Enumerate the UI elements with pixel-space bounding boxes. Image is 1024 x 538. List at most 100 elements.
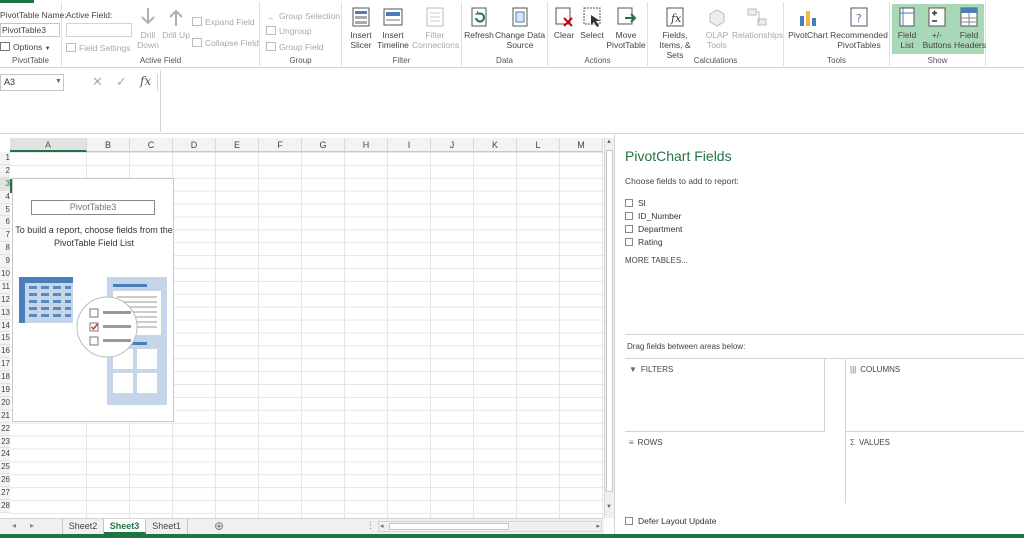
field-checkbox[interactable] bbox=[625, 199, 633, 207]
options-button[interactable]: Options ▼ bbox=[0, 42, 51, 52]
name-box-dropdown-icon[interactable]: ▼ bbox=[55, 78, 62, 85]
field-headers-button[interactable]: Field Headers bbox=[954, 6, 986, 50]
field-item-rating[interactable]: Rating bbox=[625, 237, 663, 247]
row-header-15[interactable]: 15 bbox=[0, 332, 10, 346]
recommended-pivottables-button[interactable]: ? Recommended PivotTables bbox=[830, 6, 888, 50]
column-header-b[interactable]: B bbox=[87, 138, 130, 152]
row-header-25[interactable]: 25 bbox=[0, 461, 10, 475]
horizontal-scroll-thumb[interactable] bbox=[389, 523, 509, 530]
row-header-21[interactable]: 21 bbox=[0, 409, 10, 423]
field-checkbox[interactable] bbox=[625, 238, 633, 246]
fields-items-sets-button[interactable]: fx Fields, Items, & Sets bbox=[650, 6, 700, 60]
clear-button[interactable]: Clear bbox=[550, 6, 578, 40]
row-header-14[interactable]: 14 bbox=[0, 319, 10, 333]
column-header-f[interactable]: F bbox=[259, 138, 302, 152]
column-header-i[interactable]: I bbox=[388, 138, 431, 152]
expand-field-button[interactable]: Expand Field bbox=[192, 17, 255, 27]
defer-checkbox[interactable] bbox=[625, 517, 633, 525]
refresh-button[interactable]: Refresh bbox=[464, 6, 494, 40]
field-list-button[interactable]: Field List bbox=[894, 6, 920, 50]
active-field-input[interactable] bbox=[66, 23, 132, 37]
defer-layout-update[interactable]: Defer Layout Update bbox=[625, 516, 716, 526]
change-data-source-button[interactable]: Change Data Source bbox=[494, 6, 546, 50]
pivotchart-button[interactable]: PivotChart bbox=[786, 6, 830, 40]
column-header-j[interactable]: J bbox=[431, 138, 474, 152]
pane-divider[interactable] bbox=[625, 334, 1024, 335]
insert-slicer-button[interactable]: Insert Slicer bbox=[346, 6, 376, 50]
row-header-13[interactable]: 13 bbox=[0, 306, 10, 320]
field-settings-button[interactable]: Field Settings bbox=[66, 43, 131, 53]
move-pivottable-button[interactable]: Move PivotTable bbox=[606, 6, 646, 50]
row-header-20[interactable]: 20 bbox=[0, 396, 10, 410]
formula-input[interactable] bbox=[160, 70, 1024, 132]
insert-timeline-button[interactable]: Insert Timeline bbox=[376, 6, 410, 50]
group-selection-button[interactable]: → Group Selection bbox=[266, 11, 340, 22]
horizontal-scrollbar[interactable]: ◂ ▸ bbox=[378, 521, 602, 532]
row-header-7[interactable]: 7 bbox=[0, 229, 10, 243]
group-field-button[interactable]: Group Field bbox=[266, 42, 323, 52]
field-checkbox[interactable] bbox=[625, 225, 633, 233]
row-header-17[interactable]: 17 bbox=[0, 358, 10, 372]
pivottable-placeholder[interactable]: PivotTable3 To build a report, choose fi… bbox=[12, 178, 174, 422]
row-header-12[interactable]: 12 bbox=[0, 293, 10, 307]
row-header-23[interactable]: 23 bbox=[0, 435, 10, 449]
values-area[interactable]: Σ VALUES bbox=[845, 431, 1024, 503]
columns-area[interactable]: ||| COLUMNS bbox=[845, 359, 1024, 431]
row-header-26[interactable]: 26 bbox=[0, 474, 10, 488]
column-header-e[interactable]: E bbox=[216, 138, 259, 152]
column-header-a[interactable]: A bbox=[10, 138, 87, 152]
row-header-1[interactable]: 1 bbox=[0, 152, 10, 165]
field-checkbox[interactable] bbox=[625, 212, 633, 220]
scroll-down-icon[interactable]: ▼ bbox=[606, 504, 612, 510]
row-header-10[interactable]: 10 bbox=[0, 268, 10, 281]
field-item-sl[interactable]: Sl bbox=[625, 198, 646, 208]
enter-icon[interactable]: ✓ bbox=[116, 74, 127, 90]
cancel-icon[interactable]: ✕ bbox=[92, 74, 103, 90]
field-item-id-number[interactable]: ID_Number bbox=[625, 211, 681, 221]
row-header-4[interactable]: 4 bbox=[0, 190, 10, 204]
scroll-left-icon[interactable]: ◂ bbox=[380, 522, 384, 530]
column-header-c[interactable]: C bbox=[130, 138, 173, 152]
drill-up-button[interactable]: Drill Up bbox=[162, 6, 190, 40]
drill-down-button[interactable]: Drill Down bbox=[134, 6, 162, 50]
prev-sheet-icon[interactable]: ◂ bbox=[12, 521, 16, 530]
more-tables-link[interactable]: MORE TABLES... bbox=[625, 256, 688, 265]
row-header-16[interactable]: 16 bbox=[0, 345, 10, 359]
row-header-22[interactable]: 22 bbox=[0, 422, 10, 436]
vertical-scrollbar[interactable]: ▲ ▼ bbox=[604, 138, 614, 518]
filter-connections-button[interactable]: Filter Connections bbox=[412, 6, 459, 50]
filters-area[interactable]: ▼ FILTERS bbox=[625, 359, 825, 431]
column-header-l[interactable]: L bbox=[517, 138, 560, 152]
sheet-tab-sheet3[interactable]: Sheet3 bbox=[104, 519, 146, 534]
relationships-button[interactable]: Relationships bbox=[732, 6, 783, 40]
next-sheet-icon[interactable]: ▸ bbox=[30, 521, 34, 530]
collapse-field-button[interactable]: Collapse Field bbox=[192, 38, 259, 48]
column-header-h[interactable]: H bbox=[345, 138, 388, 152]
ungroup-button[interactable]: Ungroup bbox=[266, 26, 312, 36]
column-header-d[interactable]: D bbox=[173, 138, 216, 152]
row-header-27[interactable]: 27 bbox=[0, 487, 10, 501]
column-header-k[interactable]: K bbox=[474, 138, 517, 152]
row-header-8[interactable]: 8 bbox=[0, 242, 10, 256]
row-header-18[interactable]: 18 bbox=[0, 371, 10, 385]
field-item-department[interactable]: Department bbox=[625, 224, 682, 234]
select-button[interactable]: Select bbox=[578, 6, 606, 40]
plus-minus-buttons-button[interactable]: +/- Buttons bbox=[922, 6, 952, 50]
row-header-2[interactable]: 2 bbox=[0, 164, 10, 178]
row-header-9[interactable]: 9 bbox=[0, 255, 10, 269]
row-header-19[interactable]: 19 bbox=[0, 384, 10, 397]
scroll-thumb[interactable] bbox=[606, 150, 613, 492]
insert-function-icon[interactable]: fx bbox=[140, 74, 151, 88]
scroll-up-icon[interactable]: ▲ bbox=[606, 139, 612, 145]
column-header-m[interactable]: M bbox=[560, 138, 603, 152]
pivottable-name-input[interactable]: PivotTable3 bbox=[0, 23, 60, 37]
row-header-3[interactable]: 3 bbox=[0, 177, 10, 191]
tab-splitter-icon[interactable]: ⋮ bbox=[366, 520, 375, 531]
row-header-28[interactable]: 28 bbox=[0, 500, 10, 513]
row-header-11[interactable]: 11 bbox=[0, 280, 10, 294]
row-header-6[interactable]: 6 bbox=[0, 216, 10, 230]
row-header-5[interactable]: 5 bbox=[0, 203, 10, 217]
sheet-tab-sheet1[interactable]: Sheet1 bbox=[146, 519, 188, 534]
rows-area[interactable]: ≡ ROWS bbox=[625, 431, 825, 503]
row-header-24[interactable]: 24 bbox=[0, 448, 10, 462]
